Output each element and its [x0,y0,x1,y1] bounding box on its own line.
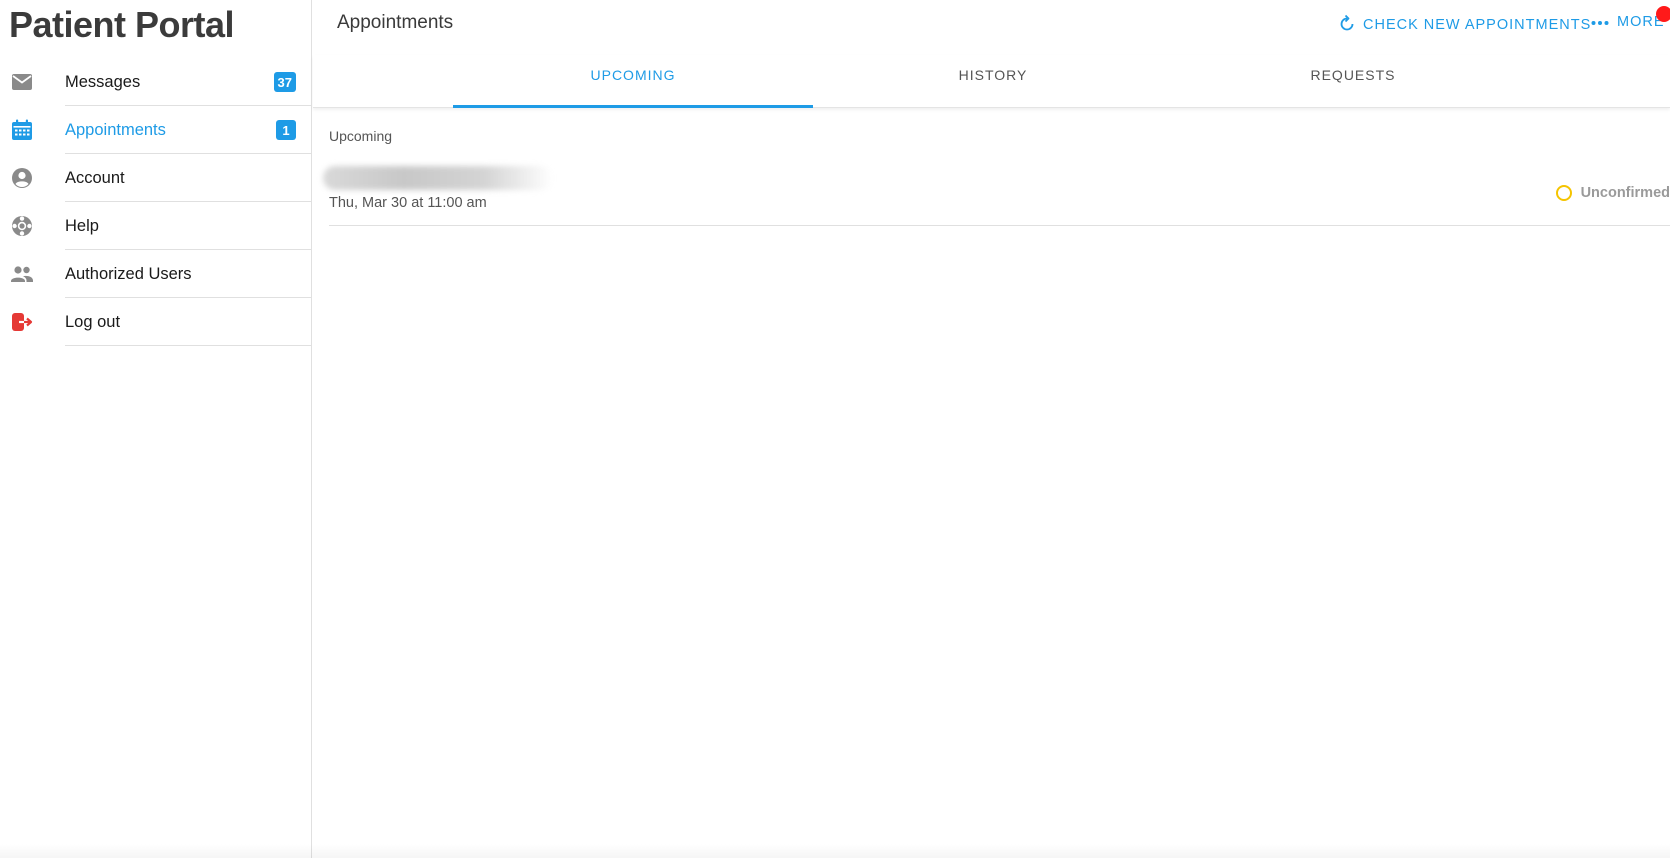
refresh-icon [1339,14,1355,36]
appointments-count-badge: 1 [276,120,296,140]
more-horizontal-icon [1591,14,1609,30]
redacted-appointment-title [323,166,553,190]
top-bar: Appointments CHECK NEW APPOINTMENTS MORE [313,0,1670,48]
lifebuoy-icon [10,214,34,238]
page-title: Appointments [337,12,454,33]
appointment-row[interactable]: Thu, Mar 30 at 11:00 am Unconfirmed [323,160,1670,226]
bottom-shadow [0,844,1670,858]
sidebar-item-account[interactable]: Account [0,154,312,202]
sidebar-item-appointments[interactable]: Appointments 1 [0,106,312,154]
check-new-appointments-button[interactable]: CHECK NEW APPOINTMENTS [1339,14,1591,36]
status-label: Unconfirmed [1580,185,1670,201]
sidebar-item-logout[interactable]: Log out [0,298,312,346]
sidebar-item-label: Appointments [65,120,166,139]
sidebar: Patient Portal Messages 37 Appointments … [0,0,312,858]
app-root: Patient Portal Messages 37 Appointments … [0,0,1670,858]
mail-icon [10,70,34,94]
pending-status-icon [1555,185,1572,201]
tab-history[interactable]: HISTORY [813,55,1173,108]
tab-requests[interactable]: REQUESTS [1173,55,1533,108]
account-circle-icon [10,166,34,190]
sidebar-item-authorized-users[interactable]: Authorized Users [0,250,312,298]
appointments-tabs: UPCOMING HISTORY REQUESTS [313,55,1670,108]
sidebar-item-label: Log out [65,312,121,331]
notification-dot [1656,6,1670,22]
brand-title: Patient Portal [9,4,235,45]
status-badge: Unconfirmed [1555,185,1670,201]
section-heading: Upcoming [329,128,393,144]
sidebar-item-label: Messages [65,72,141,91]
calendar-icon [10,118,34,142]
sidebar-item-label: Help [65,216,99,235]
check-new-appointments-label: CHECK NEW APPOINTMENTS [1363,17,1592,33]
sidebar-item-label: Authorized Users [65,264,192,283]
active-tab-indicator [453,105,813,108]
more-button[interactable]: MORE [1591,14,1665,30]
people-icon [10,262,34,286]
tab-upcoming[interactable]: UPCOMING [453,55,813,108]
divider [65,345,312,346]
appointment-date: Thu, Mar 30 at 11:00 am [329,195,487,211]
main-content: Appointments CHECK NEW APPOINTMENTS MORE… [313,0,1670,858]
messages-count-badge: 37 [273,72,296,92]
sidebar-item-help[interactable]: Help [0,202,312,250]
sidebar-item-messages[interactable]: Messages 37 [0,58,312,106]
logout-icon [10,310,34,334]
sidebar-nav: Messages 37 Appointments 1 Account Help … [0,58,312,346]
sidebar-item-label: Account [65,168,125,187]
